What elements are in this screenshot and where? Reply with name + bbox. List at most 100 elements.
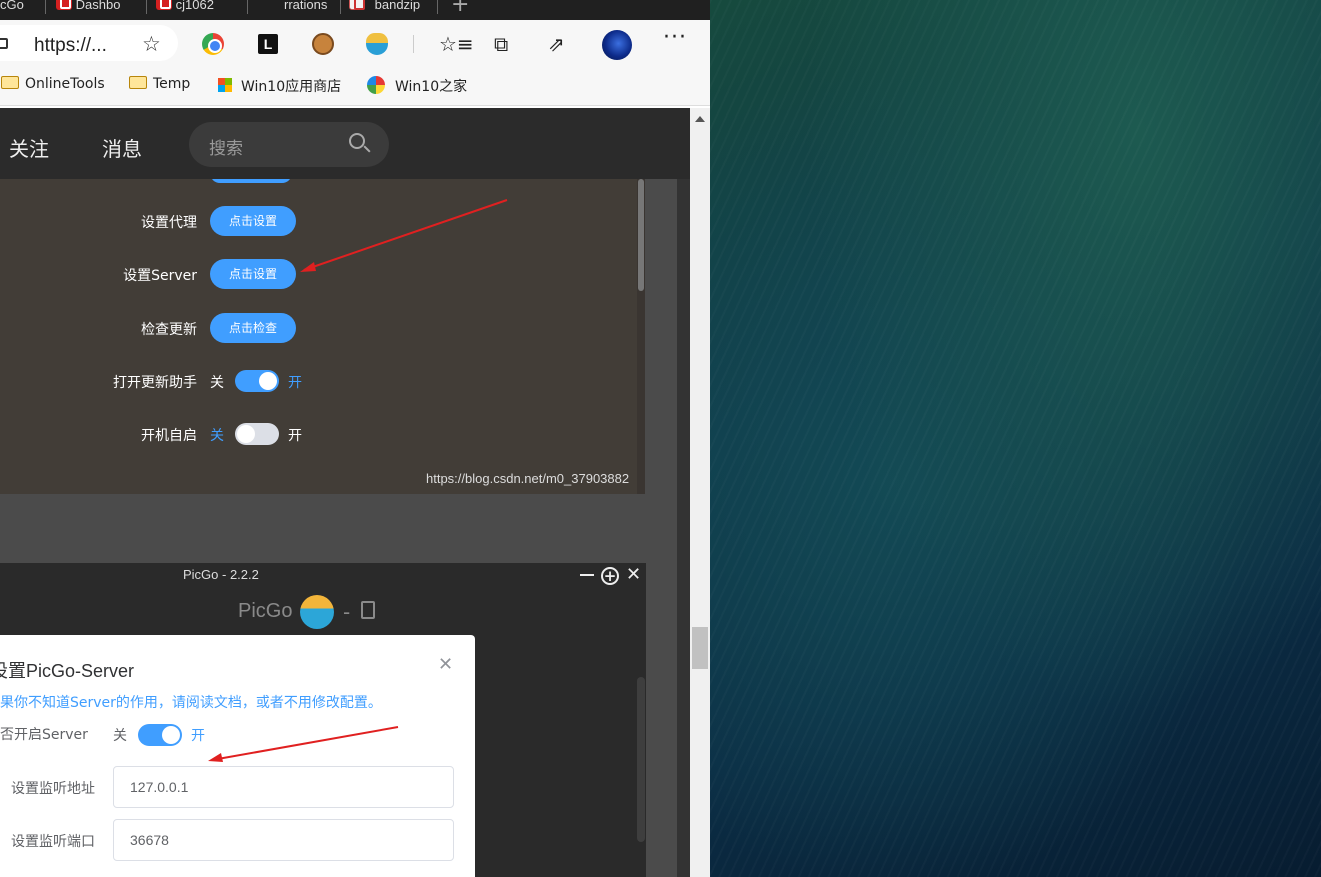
bookmark-label: Temp	[153, 76, 191, 92]
update-helper-off-label: 关	[210, 375, 224, 391]
tab-separator	[45, 0, 46, 14]
tab-label: Dashbo	[75, 0, 121, 12]
tab-separator	[146, 0, 147, 14]
listen-port-label: 设置监听端口	[11, 834, 95, 850]
desktop-wallpaper	[710, 0, 1321, 877]
url-box[interactable]: https://... ☆	[0, 25, 178, 61]
tab-label: cGo	[0, 0, 24, 12]
picgo-window-screenshot: PicGo - 2.2.2 + ✕ PicGo - 设置PicGo-Server…	[0, 563, 646, 877]
nav-follow-link[interactable]: 关注	[9, 133, 49, 162]
toggle-knob	[162, 726, 180, 744]
profile-avatar[interactable]	[602, 30, 632, 60]
bookmarks-bar: OnlineTools Temp Win10应用商店 Win10之家	[0, 68, 710, 106]
tampermonkey-icon[interactable]	[312, 33, 334, 55]
favorite-star-icon[interactable]: ☆	[142, 32, 161, 56]
tab-separator	[437, 0, 438, 14]
tab-blog[interactable]: cj1062	[156, 0, 238, 14]
update-helper-label: 打开更新助手	[113, 375, 197, 391]
dialog-close-icon[interactable]: ✕	[438, 654, 453, 675]
tab-separator	[340, 0, 341, 14]
picgo-settings-screenshot: 设置代理 点击设置 设置Server 点击设置 检查更新 点击检查 打开更新助手…	[0, 179, 645, 494]
bookmark-label: Win10之家	[395, 79, 468, 95]
tab-integrations[interactable]: rrations	[284, 0, 338, 14]
bookmark-onlinetools[interactable]: OnlineTools	[1, 76, 105, 92]
collections-icon[interactable]: ⧉	[494, 32, 508, 56]
picgo-brand-separator: -	[343, 600, 351, 624]
more-menu-icon[interactable]: ···	[663, 25, 687, 50]
autostart-on-label: 开	[288, 428, 302, 444]
picgo-extension-icon[interactable]	[366, 33, 388, 55]
csdn-watermark: https://blog.csdn.net/m0_37903882	[426, 471, 630, 486]
autostart-toggle[interactable]	[235, 423, 279, 445]
minimize-icon[interactable]	[580, 574, 594, 576]
nav-messages-link[interactable]: 消息	[102, 133, 142, 162]
folder-icon	[129, 76, 147, 89]
page-scrollbar[interactable]	[690, 108, 710, 877]
tab-dashboard[interactable]: Dashbo	[56, 0, 138, 14]
lock-icon[interactable]	[0, 38, 8, 49]
search-placeholder: 搜索	[209, 139, 243, 159]
toggle-knob	[259, 372, 277, 390]
autostart-off-label: 关	[210, 428, 224, 444]
server-setting-label: 设置Server	[123, 268, 197, 284]
settings-scrollbar-thumb[interactable]	[638, 179, 644, 291]
url-text[interactable]: https://...	[34, 35, 107, 57]
picgo-window-title: PicGo - 2.2.2	[183, 567, 259, 582]
tab-picgo[interactable]: cGo	[0, 0, 36, 14]
toolbar-separator	[413, 35, 414, 53]
new-tab-icon[interactable]: +	[451, 0, 469, 17]
document-icon[interactable]	[361, 601, 375, 619]
autostart-label: 开机自启	[141, 428, 197, 444]
settings-scrollbar[interactable]	[637, 179, 645, 494]
folder-icon	[1, 76, 19, 89]
update-helper-toggle[interactable]	[235, 370, 279, 392]
browser-window: cGo Dashbo cj1062 rrations bandzip + htt…	[0, 0, 710, 877]
csdn-favicon-icon	[56, 0, 72, 10]
page-gutter	[677, 179, 690, 877]
server-settings-button[interactable]: 点击设置	[210, 259, 296, 289]
microsoft-store-icon	[218, 78, 232, 92]
listen-host-label: 设置监听地址	[11, 781, 95, 797]
share-icon[interactable]: ⇗	[548, 32, 565, 56]
favorites-list-icon[interactable]: ☆≡	[439, 32, 474, 56]
wallpaper-texture	[710, 0, 1321, 877]
check-update-button[interactable]: 点击检查	[210, 313, 296, 343]
toggle-knob	[237, 425, 255, 443]
dialog-tip-link[interactable]: 如果你不知道Server的作用，请阅读文档，或者不用修改配置。	[0, 692, 382, 712]
l-extension-icon[interactable]: L	[258, 34, 278, 54]
search-icon[interactable]	[349, 133, 365, 149]
site-top-nav: 关注 消息 搜索	[0, 108, 690, 179]
search-input[interactable]: 搜索	[189, 122, 389, 167]
bookmark-label: OnlineTools	[25, 76, 105, 92]
bookmark-win10-store[interactable]: Win10应用商店	[218, 76, 341, 96]
enable-server-label: 是否开启Server	[0, 727, 88, 743]
bookmark-win10-home[interactable]: Win10之家	[367, 76, 467, 96]
plus-circle-icon[interactable]: +	[601, 567, 619, 585]
tab-bandzip[interactable]: bandzip	[349, 0, 435, 14]
dialog-title: 设置PicGo-Server	[0, 661, 135, 681]
tab-label: rrations	[284, 0, 328, 12]
enable-server-on-label: 开	[191, 728, 205, 744]
tab-label: bandzip	[374, 0, 421, 12]
tab-label: cj1062	[175, 0, 214, 12]
settings-button-partial	[210, 179, 292, 183]
picgo-brand-text: PicGo	[238, 600, 293, 622]
update-check-label: 检查更新	[141, 322, 197, 338]
scroll-up-arrow-icon[interactable]	[695, 116, 705, 122]
listen-host-value: 127.0.0.1	[130, 779, 189, 795]
enable-server-toggle[interactable]	[138, 724, 182, 746]
chrome-extension-icon[interactable]	[202, 33, 224, 55]
proxy-settings-button[interactable]: 点击设置	[210, 206, 296, 236]
picgo-logo-icon	[300, 595, 334, 629]
enable-server-off-label: 关	[113, 728, 127, 744]
bandzip-favicon-icon	[349, 0, 365, 10]
listen-host-input[interactable]: 127.0.0.1	[113, 766, 454, 808]
picgo-scrollbar[interactable]	[637, 677, 645, 842]
bookmark-temp[interactable]: Temp	[129, 76, 190, 92]
tab-separator	[247, 0, 248, 14]
close-icon[interactable]: ✕	[626, 564, 641, 585]
page-scrollbar-thumb[interactable]	[692, 627, 708, 669]
listen-port-input[interactable]: 36678	[113, 819, 454, 861]
csdn-favicon-icon	[156, 0, 172, 10]
server-settings-dialog: 设置PicGo-Server ✕ 如果你不知道Server的作用，请阅读文档，或…	[0, 635, 475, 877]
